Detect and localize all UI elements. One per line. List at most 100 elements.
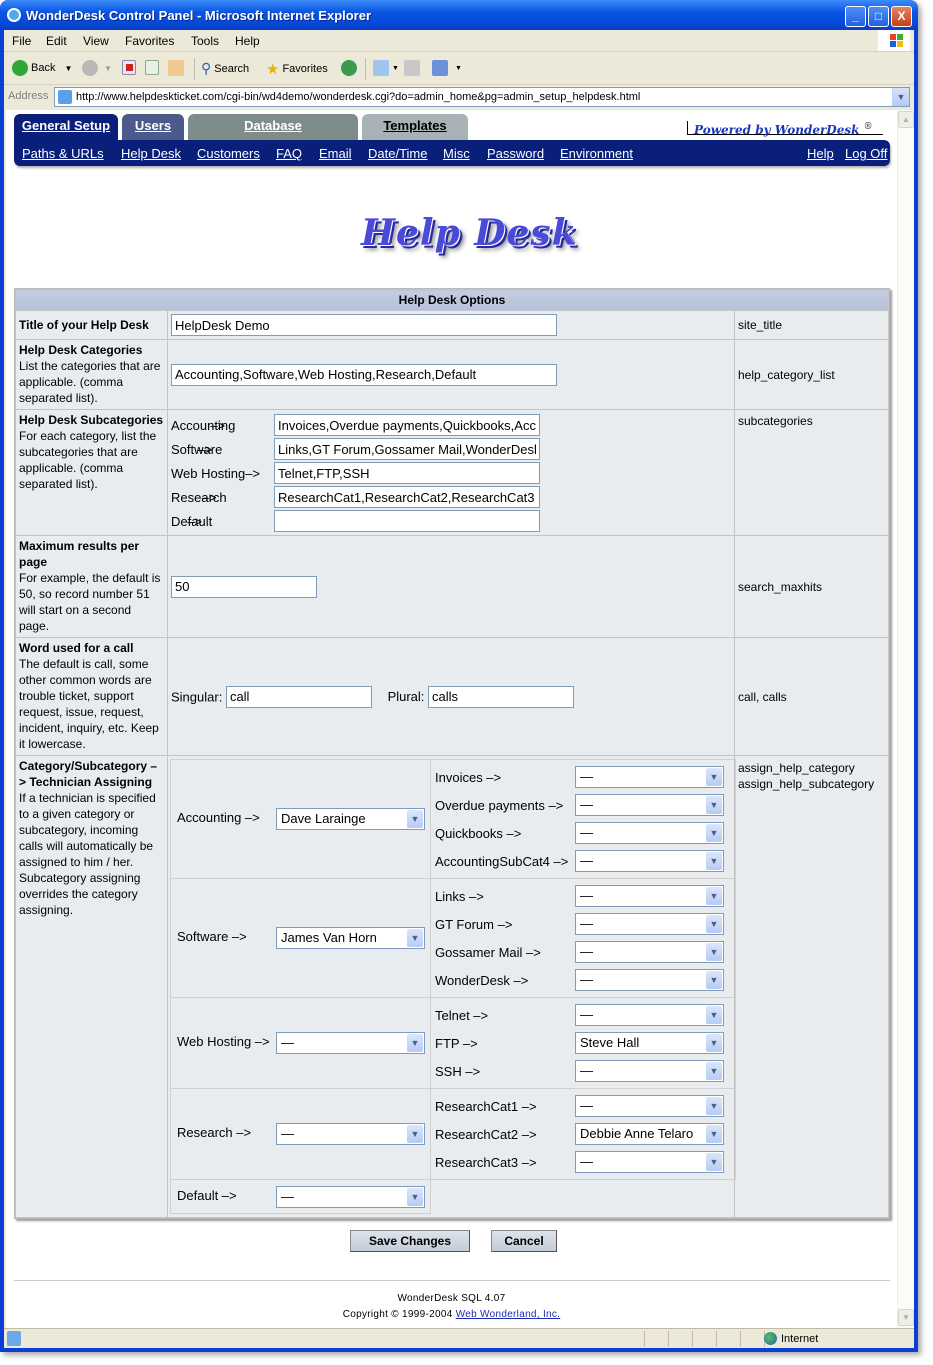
menu-tools[interactable]: Tools [191, 34, 219, 48]
singular-input[interactable] [225, 685, 372, 708]
tab-database[interactable]: Database [188, 114, 358, 140]
refresh-button[interactable] [145, 60, 159, 75]
chevron-down-icon: ▼ [706, 796, 722, 814]
chevron-down-icon: ▼ [407, 1187, 423, 1206]
nav-date-time[interactable]: Date/Time [368, 146, 427, 161]
chevron-down-icon: ▼ [64, 63, 73, 73]
technician-select[interactable]: — ▼ [575, 1004, 724, 1026]
technician-select[interactable]: — ▼ [575, 794, 724, 816]
minimize-button[interactable]: _ [845, 6, 866, 27]
divider [14, 1280, 890, 1281]
nav-help-desk[interactable]: Help Desk [121, 146, 181, 161]
technician-assign-table: Accounting –> Dave Larainge ▼ Invoices –> —… [170, 759, 736, 1214]
favorites-button[interactable]: ★ Favorites [266, 60, 328, 78]
menu-favorites[interactable]: Favorites [125, 34, 174, 48]
save-changes-button[interactable]: Save Changes [350, 1230, 470, 1252]
tab-general-setup[interactable]: General Setup [14, 114, 118, 140]
subcategory-input-software[interactable] [274, 438, 540, 460]
help-desk-logo: Help Desk [361, 212, 578, 254]
stop-icon [122, 60, 136, 75]
close-button[interactable]: X [891, 6, 912, 27]
maximize-button[interactable]: □ [868, 6, 889, 27]
technician-select[interactable]: — ▼ [575, 1095, 724, 1117]
option-description: List the categories that are applicable.… [19, 359, 161, 405]
powered-by-logo: Powered by WonderDesk ® [687, 121, 883, 136]
back-button[interactable]: Back ▼ [12, 60, 72, 76]
technician-select[interactable]: — ▼ [575, 885, 724, 907]
technician-select[interactable]: Debbie Anne Telaro ▼ [575, 1123, 724, 1145]
site-title-input[interactable] [171, 314, 557, 336]
forward-arrow-icon [82, 60, 98, 76]
subcategory-input-accounting[interactable] [274, 414, 540, 436]
technician-select[interactable]: — ▼ [575, 941, 724, 963]
plural-label: Plural: [387, 689, 425, 704]
technician-select[interactable]: — ▼ [575, 822, 724, 844]
nav-faq[interactable]: FAQ [276, 146, 302, 161]
option-label: Help Desk Subcategories [19, 413, 164, 427]
technician-select[interactable]: — ▼ [575, 913, 724, 935]
home-icon [168, 60, 184, 76]
company-link[interactable]: Web Wonderland, Inc. [456, 1309, 561, 1320]
technician-select[interactable]: Steve Hall ▼ [575, 1032, 724, 1054]
subcategory-label: Web Hosting–> [171, 465, 261, 481]
stop-button[interactable] [122, 60, 136, 75]
technician-select[interactable]: — ▼ [575, 969, 724, 991]
browser-window: WonderDesk Control Panel - Microsoft Int… [0, 0, 918, 1352]
technician-select[interactable]: — ▼ [575, 766, 724, 788]
search-button[interactable]: ⚲ Search [201, 60, 249, 77]
technician-select[interactable]: — ▼ [276, 1123, 425, 1145]
chevron-down-icon[interactable]: ▼ [892, 88, 909, 106]
subcategory-input-default[interactable] [274, 510, 540, 532]
vertical-scrollbar[interactable]: ▲ ▼ [897, 110, 914, 1328]
mail-button[interactable]: ▼ [373, 60, 399, 76]
nav-misc[interactable]: Misc [443, 146, 470, 161]
chevron-down-icon: ▼ [455, 64, 462, 72]
plural-input[interactable] [428, 685, 575, 708]
subcategory-input-web-hosting[interactable] [274, 462, 540, 484]
option-row-assign: Category/Subcategory –> Technician Assig… [15, 755, 889, 1218]
technician-select[interactable]: — ▼ [276, 1185, 425, 1208]
chevron-down-icon: ▼ [407, 1125, 423, 1143]
home-button[interactable] [168, 60, 184, 76]
address-input[interactable]: http://www.helpdeskticket.com/cgi-bin/wd… [54, 87, 910, 107]
technician-select[interactable]: — ▼ [575, 1151, 724, 1173]
tab-users[interactable]: Users [122, 114, 184, 140]
chevron-down-icon: ▼ [706, 887, 722, 905]
star-icon: ★ [266, 61, 280, 78]
mail-icon [373, 60, 389, 76]
chevron-down-icon: ▼ [407, 1034, 423, 1052]
scroll-up-icon[interactable]: ▲ [898, 111, 914, 128]
category-list-input[interactable] [171, 363, 557, 386]
forward-button[interactable]: ▼ [82, 60, 112, 76]
max-results-input[interactable] [171, 575, 317, 598]
print-button[interactable] [404, 60, 420, 76]
menu-view[interactable]: View [83, 34, 109, 48]
technician-select[interactable]: — ▼ [276, 1032, 425, 1054]
technician-select[interactable]: Dave Larainge ▼ [276, 808, 425, 830]
tab-templates[interactable]: Templates [362, 114, 468, 140]
nav-customers[interactable]: Customers [197, 146, 260, 161]
nav-paths-urls[interactable]: Paths & URLs [22, 146, 104, 161]
nav-help[interactable]: Help [807, 146, 834, 161]
nav-password[interactable]: Password [487, 146, 544, 161]
chevron-down-icon: ▼ [706, 824, 722, 842]
technician-select[interactable]: — ▼ [575, 850, 724, 872]
technician-select[interactable]: James Van Horn ▼ [276, 927, 425, 949]
subcategory-input-research[interactable] [274, 486, 540, 508]
option-label: Word used for a call [19, 641, 134, 655]
option-row-categories: Help Desk Categories List the categories … [15, 339, 889, 410]
variable-name: search_maxhits [734, 535, 889, 638]
menu-file[interactable]: File [12, 34, 31, 48]
scroll-down-icon[interactable]: ▼ [898, 1309, 914, 1326]
technician-select[interactable]: — ▼ [575, 1060, 724, 1082]
cancel-button[interactable]: Cancel [491, 1230, 557, 1252]
address-url: http://www.helpdeskticket.com/cgi-bin/wd… [76, 91, 641, 103]
nav-log-off[interactable]: Log Off [845, 146, 887, 161]
history-button[interactable] [341, 60, 357, 76]
nav-environment[interactable]: Environment [560, 146, 633, 161]
menu-edit[interactable]: Edit [46, 34, 67, 48]
menu-help[interactable]: Help [235, 34, 260, 48]
edit-button[interactable]: ▼ [432, 60, 462, 76]
assign-category-default: Default –> — ▼ [170, 1179, 736, 1214]
nav-email[interactable]: Email [319, 146, 352, 161]
